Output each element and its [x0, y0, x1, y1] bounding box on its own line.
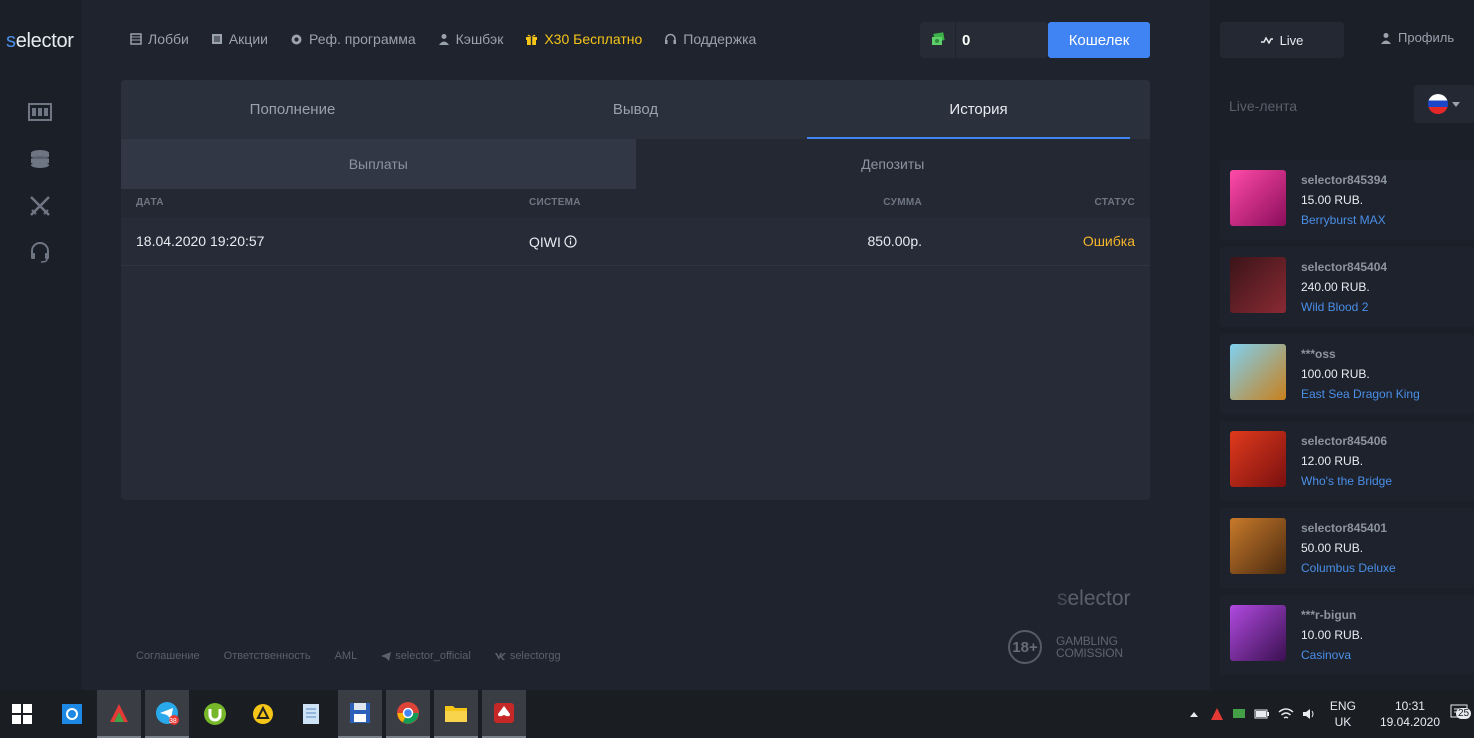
nav-promo[interactable]: Акции [211, 31, 268, 47]
app-yellow-icon[interactable] [241, 690, 285, 738]
utorrent-icon[interactable] [193, 690, 237, 738]
tabs: Пополнение Вывод История [121, 80, 1150, 139]
subtabs: Выплаты Депозиты [121, 139, 1150, 189]
age-18-icon: 18+ [1008, 630, 1042, 664]
game-thumbnail [1230, 170, 1286, 226]
vk-icon [494, 652, 506, 660]
feed-card[interactable]: selector845394 15.00 RUB. Berryburst MAX [1220, 160, 1474, 240]
footer-vk-link[interactable]: selectorgg [494, 650, 561, 662]
nav-free-x30[interactable]: X30 Бесплатно [525, 31, 642, 47]
chevron-up-icon[interactable] [1189, 711, 1198, 717]
nav-lobby[interactable]: Лобби [130, 31, 189, 47]
notifications-icon[interactable]: 25 [1450, 704, 1472, 723]
table-row: 18.04.2020 19:20:57 QIWI 850.00р. Ошибка [121, 217, 1150, 266]
game-thumbnail [1230, 518, 1286, 574]
keyboard-language[interactable]: ENG UK [1330, 698, 1356, 730]
lobby-icon [130, 33, 142, 45]
app-blue-icon[interactable] [50, 690, 94, 738]
feed-card[interactable]: selector845404 240.00 RUB. Wild Blood 2 [1220, 247, 1474, 327]
nav-support[interactable]: Поддержка [664, 31, 756, 47]
row-status: Ошибка [1082, 233, 1135, 249]
left-sidebar: selector [0, 0, 82, 690]
coins-icon[interactable] [27, 147, 53, 171]
support-headset-icon[interactable] [27, 240, 53, 264]
chevron-down-icon [1452, 101, 1460, 107]
col-date: ДАТА [136, 197, 164, 208]
tray-monitor-icon[interactable] [1232, 707, 1246, 721]
live-button[interactable]: Live [1220, 22, 1344, 58]
chrome-icon[interactable] [386, 690, 430, 738]
game-thumbnail [1230, 257, 1286, 313]
volume-icon[interactable] [1302, 708, 1316, 720]
right-panel: Live Профиль Live-лента selector845394 15… [1210, 0, 1474, 690]
system-tray: ENG UK 10:31 19.04.2020 25 [1189, 690, 1474, 738]
subtab-deposits[interactable]: Депозиты [635, 139, 1150, 189]
slots-icon[interactable] [27, 100, 53, 124]
row-amount: 850.00р. [867, 233, 923, 249]
money-icon [920, 22, 956, 58]
tab-deposit[interactable]: Пополнение [121, 80, 464, 139]
pulse-icon [1260, 36, 1273, 44]
history-panel: Пополнение Вывод История Выплаты Депозит… [121, 80, 1150, 500]
info-icon[interactable] [564, 235, 577, 248]
footer-telegram-link[interactable]: selector_official [381, 650, 471, 662]
tab-withdraw[interactable]: Вывод [464, 80, 807, 139]
nav-referral[interactable]: Реф. программа [290, 31, 416, 47]
game-thumbnail [1230, 344, 1286, 400]
top-nav: Лобби Акции Реф. программа Кэшбэк X30 Бе… [130, 31, 756, 47]
row-date: 18.04.2020 19:20:57 [136, 233, 265, 249]
swords-icon[interactable] [27, 194, 53, 218]
save-disk-icon[interactable] [338, 690, 382, 738]
language-selector[interactable] [1414, 85, 1474, 123]
logo[interactable]: selector [6, 30, 74, 53]
col-amount: СУММА [883, 197, 922, 208]
windows-taskbar: 38 ENG UK 10:31 19.04.2020 25 [0, 690, 1474, 738]
battery-icon[interactable] [1254, 709, 1270, 719]
game-thumbnail [1230, 431, 1286, 487]
headset-icon [665, 33, 677, 44]
col-status: СТАТУС [1094, 197, 1135, 208]
col-system: СИСТЕМА [529, 197, 581, 208]
feed-card[interactable]: ***oss 100.00 RUB. East Sea Dragon King [1220, 334, 1474, 414]
balance-box: 0 [920, 22, 1048, 58]
game-thumbnail [1230, 605, 1286, 661]
feed-card[interactable]: ***r-bigun 10.00 RUB. Casinova [1220, 595, 1474, 675]
footer-aml-link[interactable]: AML [335, 650, 358, 662]
profile-button[interactable]: Профиль [1380, 30, 1454, 45]
wifi-icon[interactable] [1278, 708, 1294, 720]
footer-responsibility-link[interactable]: Ответственность [224, 650, 311, 662]
feed-card[interactable]: selector845406 12.00 RUB. Who's the Bridge [1220, 421, 1474, 501]
tray-app-icon[interactable] [1210, 707, 1224, 721]
poker-app-icon[interactable] [482, 690, 526, 738]
gift-icon [526, 34, 538, 45]
russia-flag-icon [1428, 94, 1448, 114]
live-feed-title: Live-лента [1229, 98, 1298, 114]
user-icon [438, 34, 449, 45]
referral-icon [291, 34, 302, 44]
footer-logo: selector [1057, 587, 1131, 610]
file-explorer-icon[interactable] [434, 690, 478, 738]
nav-cashback[interactable]: Кэшбэк [438, 31, 503, 47]
subtab-payouts[interactable]: Выплаты [121, 139, 636, 189]
promo-icon [211, 34, 222, 44]
balance-value: 0 [962, 31, 971, 49]
telegram-app-icon[interactable]: 38 [145, 690, 189, 738]
windows-start-icon[interactable] [0, 690, 44, 738]
row-system: QIWI [529, 217, 577, 266]
tab-history[interactable]: История [807, 80, 1150, 139]
gambling-commission-badge: 18+ GAMBLING COMISSION [1008, 630, 1123, 664]
feed-card[interactable]: selector845401 50.00 RUB. Columbus Deluxe [1220, 508, 1474, 588]
footer-links: Соглашение Ответственность AML selector_… [136, 650, 561, 662]
user-icon [1381, 32, 1391, 44]
app-colored-icon[interactable] [97, 690, 141, 738]
system-clock[interactable]: 10:31 19.04.2020 [1380, 698, 1440, 730]
main-content: Лобби Акции Реф. программа Кэшбэк X30 Бе… [82, 0, 1210, 690]
footer-agreement-link[interactable]: Соглашение [136, 650, 200, 662]
telegram-icon [381, 651, 392, 661]
table-header: ДАТА СИСТЕМА СУММА СТАТУС [121, 189, 1150, 217]
notepad-icon[interactable] [289, 690, 333, 738]
wallet-button[interactable]: Кошелек [1048, 22, 1150, 58]
